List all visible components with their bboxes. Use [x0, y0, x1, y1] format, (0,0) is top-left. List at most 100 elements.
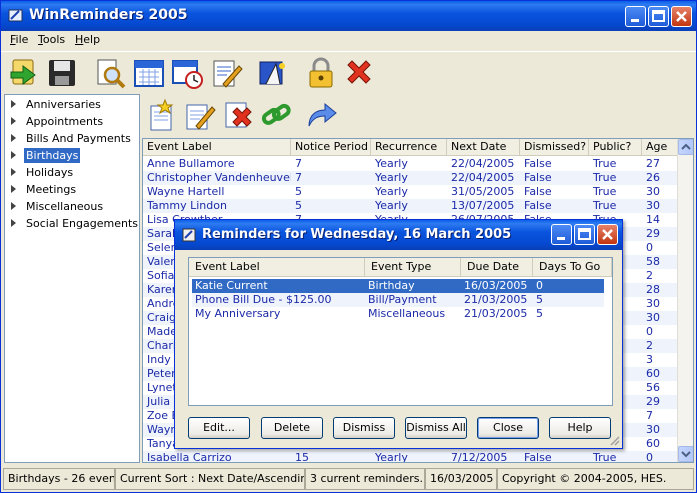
edit-event-button[interactable]	[182, 98, 216, 132]
table-row[interactable]: Christopher Vandenheuvel 7 Yearly 22/04/200…	[143, 171, 678, 185]
lock-button[interactable]	[304, 56, 338, 90]
reminder-row[interactable]: Phone Bill Due - $125.00 Bill/Payment 21…	[192, 293, 604, 307]
dialog-title-bar[interactable]: Reminders for Wednesday, 16 March 2005	[175, 220, 622, 250]
age-cell: 60	[646, 367, 660, 380]
new-event-button[interactable]	[145, 98, 179, 132]
age-cell: 0	[646, 451, 653, 463]
tree-item-social[interactable]: Social Engagements	[11, 217, 140, 233]
chevron-down-icon	[681, 451, 691, 458]
minimize-icon	[557, 237, 565, 240]
next-date-cell: 22/04/2005	[451, 171, 515, 184]
help-button[interactable]: Help	[549, 417, 611, 439]
dialog-minimize-button[interactable]	[551, 224, 572, 245]
table-row[interactable]: Isabella Carrizo 15 Yearly 7/12/2005 False Tr…	[143, 451, 678, 463]
delete-event-button[interactable]	[221, 98, 255, 132]
expand-arrow-icon[interactable]	[11, 134, 16, 142]
dismissed-cell: False	[524, 451, 552, 463]
col-event-label[interactable]: Event Label	[143, 139, 291, 156]
go-arrow-button[interactable]	[7, 56, 41, 90]
dialog-maximize-button[interactable]	[574, 224, 595, 245]
age-cell: 58	[646, 255, 660, 268]
title-bar[interactable]: WinReminders 2005	[1, 1, 696, 31]
tree-item-miscellaneous[interactable]: Miscellaneous	[11, 200, 105, 216]
notice-period-cell: 15	[295, 451, 309, 463]
menu-tools[interactable]: Tools	[38, 33, 65, 46]
status-category: Birthdays - 26 events.	[3, 468, 115, 490]
col-event-type[interactable]: Event Type	[365, 258, 461, 277]
col-event-label[interactable]: Event Label	[189, 258, 365, 277]
tree-item-holidays[interactable]: Holidays	[11, 166, 75, 182]
expand-arrow-icon[interactable]	[11, 185, 16, 193]
save-button[interactable]	[45, 56, 79, 90]
reminder-label: Phone Bill Due - $125.00	[195, 293, 332, 306]
public-cell: True	[593, 185, 617, 198]
tree-item-meetings[interactable]: Meetings	[11, 183, 78, 199]
tree-item-birthdays[interactable]: Birthdays	[11, 148, 81, 165]
tree-item-label: Holidays	[26, 166, 74, 179]
expand-arrow-icon[interactable]	[11, 219, 16, 227]
col-days-to-go[interactable]: Days To Go	[533, 258, 612, 277]
expand-arrow-icon[interactable]	[11, 202, 16, 210]
dismiss-button[interactable]: Dismiss	[333, 417, 395, 439]
table-row[interactable]: Tammy Lindon 5 Yearly 13/07/2005 False True 30	[143, 199, 678, 213]
reminder-days-to-go: 0	[536, 279, 543, 292]
expand-arrow-icon[interactable]	[11, 100, 16, 108]
close-window-button[interactable]	[671, 6, 692, 27]
forward-button[interactable]	[305, 98, 339, 132]
scroll-up-button[interactable]	[678, 139, 693, 155]
notice-period-cell: 7	[295, 157, 302, 170]
age-cell: 30	[646, 199, 660, 212]
tree-item-anniversaries[interactable]: Anniversaries	[11, 98, 103, 114]
next-date-cell: 13/07/2005	[451, 199, 515, 212]
age-cell: 0	[646, 241, 653, 254]
scroll-down-button[interactable]	[678, 446, 693, 462]
tree-item-bills[interactable]: Bills And Payments	[11, 132, 133, 148]
tree-item-label: Birthdays	[24, 148, 81, 163]
edit-notes-button[interactable]	[209, 56, 243, 90]
event-label-cell: Tammy Lindon	[147, 199, 227, 212]
reminder-type: Bill/Payment	[368, 293, 437, 306]
resize-grip-icon[interactable]	[608, 434, 620, 446]
col-age[interactable]: Age	[642, 139, 678, 156]
exit-button[interactable]	[342, 56, 376, 90]
delete-button[interactable]: Delete	[261, 417, 323, 439]
minimize-button[interactable]	[625, 6, 646, 27]
calendar-clock-button[interactable]	[170, 56, 204, 90]
dismiss-all-button[interactable]: Dismiss All	[405, 417, 467, 439]
expand-arrow-icon[interactable]	[11, 117, 16, 125]
col-due-date[interactable]: Due Date	[461, 258, 533, 277]
maximize-button[interactable]	[648, 6, 669, 27]
recurrence-cell: Yearly	[375, 199, 408, 212]
event-toolbar	[142, 94, 692, 138]
category-tree[interactable]: Anniversaries Appointments Bills And Pay…	[4, 94, 140, 463]
expand-arrow-icon[interactable]	[11, 168, 16, 176]
menu-file[interactable]: File	[10, 33, 28, 46]
tree-item-appointments[interactable]: Appointments	[11, 115, 105, 131]
reminder-row[interactable]: Katie Current Birthday 16/03/2005 0	[192, 279, 604, 293]
notice-period-cell: 5	[295, 185, 302, 198]
print-preview-button[interactable]	[93, 56, 127, 90]
vertical-scrollbar[interactable]	[677, 139, 693, 462]
col-next-date[interactable]: Next Date	[447, 139, 520, 156]
table-row[interactable]: Wayne Hartell 5 Yearly 31/05/2005 False True 3…	[143, 185, 678, 199]
calendar-button[interactable]	[132, 56, 166, 90]
next-date-cell: 22/04/2005	[451, 157, 515, 170]
col-recurrence[interactable]: Recurrence	[371, 139, 447, 156]
table-row[interactable]: Anne Bullamore 7 Yearly 22/04/2005 False True…	[143, 157, 678, 171]
status-reminders: 3 current reminders.	[305, 468, 425, 490]
close-button[interactable]: Close	[477, 417, 539, 439]
reminders-list[interactable]: Event Label Event Type Due Date Days To …	[188, 257, 613, 406]
col-notice-period[interactable]: Notice Period	[291, 139, 371, 156]
reminder-due-date: 16/03/2005	[464, 279, 528, 292]
menu-help[interactable]: Help	[75, 33, 100, 46]
reminder-row[interactable]: My Anniversary Miscellaneous 21/03/2005 …	[192, 307, 604, 321]
wizard-button[interactable]	[256, 56, 290, 90]
link-event-button[interactable]	[259, 98, 293, 132]
col-public[interactable]: Public?	[589, 139, 642, 156]
expand-arrow-icon[interactable]	[11, 151, 16, 159]
lock-icon	[309, 57, 333, 88]
edit-button[interactable]: Edit...	[188, 417, 250, 439]
wizard-icon	[259, 61, 285, 85]
col-dismissed[interactable]: Dismissed?	[520, 139, 589, 156]
dialog-close-x-button[interactable]	[597, 224, 618, 245]
